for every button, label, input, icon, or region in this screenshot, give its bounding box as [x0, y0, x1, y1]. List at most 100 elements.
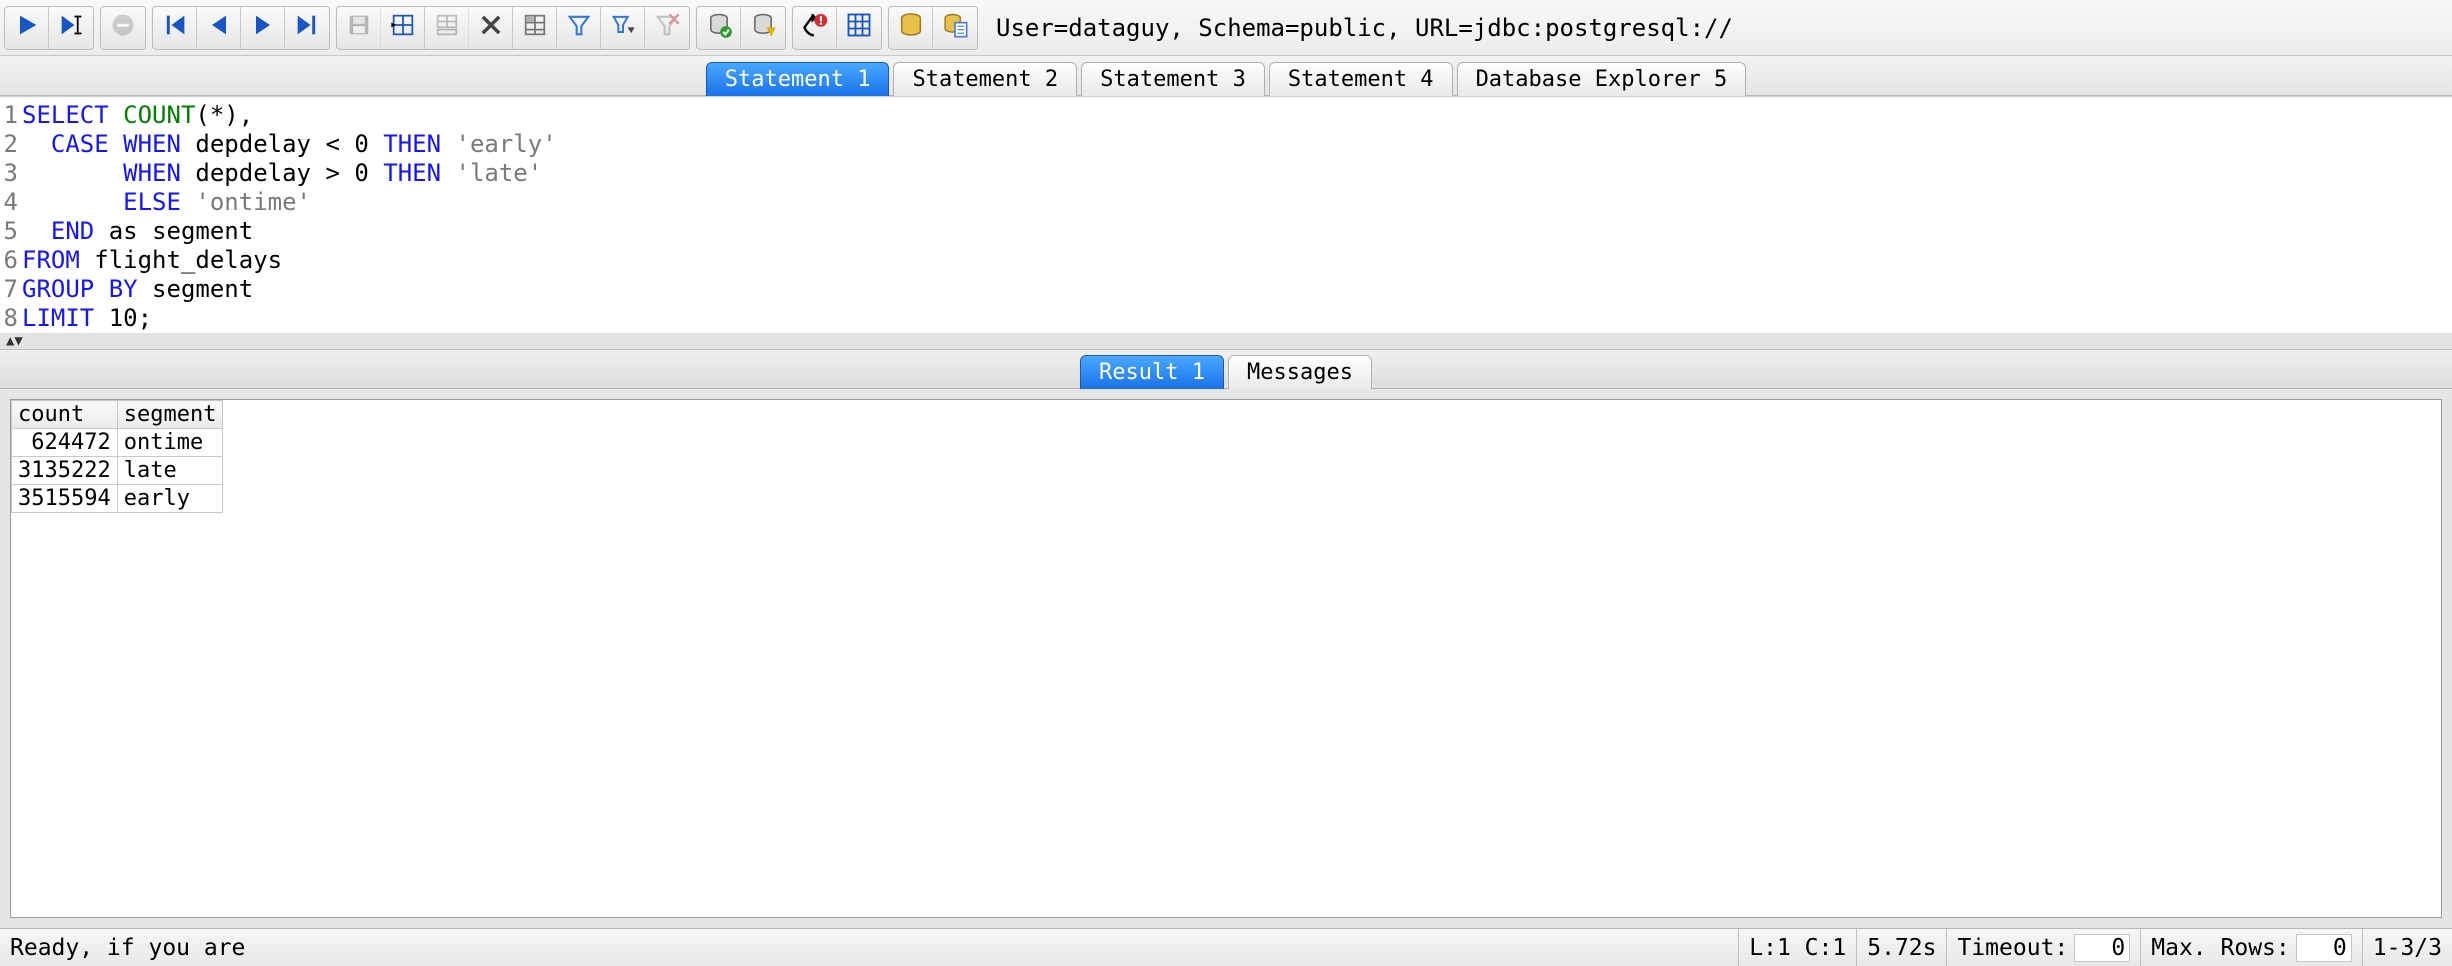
db-commit-button[interactable] [697, 6, 741, 50]
splitter-handle[interactable]: ▲▼ [0, 333, 2452, 349]
connection-string: User=dataguy, Schema=public, URL=jdbc:po… [996, 14, 2448, 42]
grid-insert-button[interactable] [381, 6, 425, 50]
editor-line: 1SELECT COUNT(*), [0, 101, 2452, 130]
sql-editor[interactable]: 1SELECT COUNT(*),2 CASE WHEN depdelay < … [0, 96, 2452, 333]
result-tab[interactable]: Result 1 [1080, 355, 1224, 389]
next-button[interactable] [241, 6, 285, 50]
tab-label: Messages [1247, 360, 1353, 385]
table-cell[interactable]: 3515594 [12, 485, 118, 513]
toolbar-group [696, 6, 786, 50]
status-maxrows-value[interactable]: 0 [2296, 934, 2352, 962]
toolbar-group [152, 6, 330, 50]
table-cell[interactable]: ontime [117, 429, 223, 457]
grid-delete-button[interactable] [469, 6, 513, 50]
run-button[interactable] [5, 6, 49, 50]
error-button[interactable] [793, 6, 837, 50]
error-icon [801, 11, 829, 44]
line-code: GROUP BY segment [22, 275, 2452, 304]
line-code: FROM flight_delays [22, 246, 2452, 275]
table-cell[interactable]: early [117, 485, 223, 513]
table-cell[interactable]: 624472 [12, 429, 118, 457]
table-row[interactable]: 3135222late [12, 457, 223, 485]
tab-label: Statement 3 [1100, 67, 1246, 92]
stop-icon [109, 11, 137, 44]
db-button[interactable] [889, 6, 933, 50]
grid-append-button[interactable] [425, 6, 469, 50]
status-elapsed: 5.72s [1856, 929, 1946, 966]
line-number: 8 [0, 304, 22, 333]
db-refresh-button[interactable] [741, 6, 785, 50]
first-icon [161, 11, 189, 44]
statement-tab[interactable]: Statement 3 [1081, 62, 1265, 96]
line-code: LIMIT 10; [22, 304, 2452, 333]
status-message: Ready, if you are [0, 929, 1738, 966]
save-button[interactable] [337, 6, 381, 50]
editor-line: 3 WHEN depdelay > 0 THEN 'late' [0, 159, 2452, 188]
toolbar: User=dataguy, Schema=public, URL=jdbc:po… [0, 0, 2452, 56]
table-cell[interactable]: 3135222 [12, 457, 118, 485]
table-row[interactable]: 624472ontime [12, 429, 223, 457]
prev-button[interactable] [197, 6, 241, 50]
line-number: 4 [0, 188, 22, 217]
filter-button[interactable] [557, 6, 601, 50]
line-code: CASE WHEN depdelay < 0 THEN 'early' [22, 130, 2452, 159]
last-icon [293, 11, 321, 44]
status-maxrows-label: Max. Rows: [2151, 935, 2289, 961]
editor-line: 6FROM flight_delays [0, 246, 2452, 275]
statement-tab[interactable]: Statement 2 [893, 62, 1077, 96]
line-number: 7 [0, 275, 22, 304]
toolbar-group [4, 6, 94, 50]
db-commit-icon [705, 11, 733, 44]
result-tab[interactable]: Messages [1228, 355, 1372, 389]
line-code: END as segment [22, 217, 2452, 246]
status-bar: Ready, if you are L:1 C:1 5.72s Timeout:… [0, 928, 2452, 966]
run-to-cursor-button[interactable] [49, 6, 93, 50]
tab-label: Statement 4 [1288, 67, 1434, 92]
result-grid[interactable]: countsegment624472ontime3135222late35155… [10, 399, 2442, 918]
db-icon [897, 11, 925, 44]
line-code: ELSE 'ontime' [22, 188, 2452, 217]
next-icon [249, 11, 277, 44]
last-button[interactable] [285, 6, 329, 50]
grid-export-button[interactable] [513, 6, 557, 50]
statement-tab[interactable]: Database Explorer 5 [1457, 62, 1747, 96]
editor-line: 7GROUP BY segment [0, 275, 2452, 304]
line-code: SELECT COUNT(*), [22, 101, 2452, 130]
filter-dropdown-button[interactable] [601, 6, 645, 50]
status-timeout-value[interactable]: 0 [2074, 934, 2130, 962]
table-row[interactable]: 3515594early [12, 485, 223, 513]
statement-tab[interactable]: Statement 4 [1269, 62, 1453, 96]
column-header[interactable]: segment [117, 401, 223, 429]
line-number: 5 [0, 217, 22, 246]
results-panel: countsegment624472ontime3135222late35155… [0, 389, 2452, 928]
run-to-cursor-icon [57, 11, 85, 44]
status-rowrange: 1-3/3 [2362, 929, 2452, 966]
grid-append-icon [433, 11, 461, 44]
table-cell[interactable]: late [117, 457, 223, 485]
filter-dropdown-icon [609, 11, 637, 44]
toolbar-group [888, 6, 978, 50]
filter-clear-button[interactable] [645, 6, 689, 50]
result-tabstrip: Result 1 Messages [0, 349, 2452, 389]
column-header[interactable]: count [12, 401, 118, 429]
tab-label: Database Explorer 5 [1476, 67, 1728, 92]
grid-delete-icon [477, 11, 505, 44]
toolbar-groups [4, 6, 984, 50]
db-props-icon [941, 11, 969, 44]
tab-label: Result 1 [1099, 360, 1205, 385]
schema-grid-button[interactable] [837, 6, 881, 50]
grid-insert-icon [389, 11, 417, 44]
stop-button[interactable] [101, 6, 145, 50]
result-table: countsegment624472ontime3135222late35155… [11, 400, 223, 513]
db-props-button[interactable] [933, 6, 977, 50]
prev-icon [205, 11, 233, 44]
first-button[interactable] [153, 6, 197, 50]
editor-line: 4 ELSE 'ontime' [0, 188, 2452, 217]
toolbar-group [792, 6, 882, 50]
run-icon [13, 11, 41, 44]
line-number: 1 [0, 101, 22, 130]
status-timeout: Timeout: 0 [1946, 929, 2140, 966]
save-icon [345, 11, 373, 44]
statement-tab[interactable]: Statement 1 [706, 62, 890, 96]
line-code: WHEN depdelay > 0 THEN 'late' [22, 159, 2452, 188]
